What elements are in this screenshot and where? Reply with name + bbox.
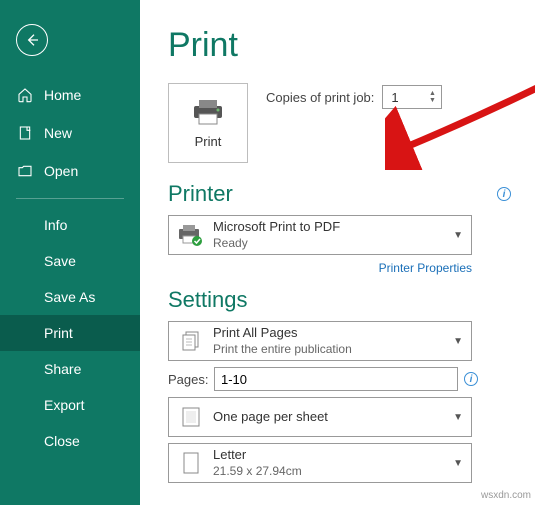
watermark: wsxdn.com [481, 490, 531, 501]
page-layout-selector[interactable]: One page per sheet ▼ [168, 397, 472, 437]
sidebar-separator [16, 198, 124, 199]
sidebar-item-save[interactable]: Save [0, 243, 140, 279]
sidebar-item-print[interactable]: Print [0, 315, 140, 351]
settings-section-title: Settings [168, 287, 511, 313]
backstage-sidebar: Home New Open Info Save Save As Print Sh… [0, 0, 140, 505]
section-title-text: Settings [168, 287, 248, 313]
copies-group: Copies of print job: 1 ▲ ▼ [266, 85, 442, 109]
sidebar-label: Open [44, 163, 78, 179]
back-button[interactable] [16, 24, 48, 56]
sidebar-item-share[interactable]: Share [0, 351, 140, 387]
paper-size-selector[interactable]: Letter 21.59 x 27.94cm ▼ [168, 443, 472, 483]
pages-icon [177, 327, 205, 355]
sidebar-item-info[interactable]: Info [0, 207, 140, 243]
sidebar-label: Info [44, 217, 67, 233]
sidebar-label: New [44, 125, 72, 141]
paper-sub: 21.59 x 27.94cm [213, 464, 453, 480]
pages-input[interactable] [214, 367, 458, 391]
chevron-down-icon: ▼ [453, 412, 463, 423]
spinner-up-icon[interactable]: ▲ [427, 91, 437, 97]
sidebar-item-export[interactable]: Export [0, 387, 140, 423]
printer-name: Microsoft Print to PDF [213, 219, 453, 236]
sidebar-label: Home [44, 87, 81, 103]
sidebar-label: Print [44, 325, 73, 341]
chevron-down-icon: ▼ [453, 458, 463, 469]
printer-properties-link[interactable]: Printer Properties [168, 261, 472, 275]
page-title: Print [168, 26, 511, 65]
print-range-title: Print All Pages [213, 325, 453, 342]
spinner-down-icon[interactable]: ▼ [427, 98, 437, 104]
printer-selector[interactable]: Microsoft Print to PDF Ready ▼ [168, 215, 472, 255]
open-icon [16, 162, 34, 180]
printer-status: Ready [213, 236, 453, 252]
sidebar-item-new[interactable]: New [0, 114, 140, 152]
print-button-label: Print [195, 134, 222, 149]
print-range-sub: Print the entire publication [213, 342, 453, 358]
chevron-down-icon: ▼ [453, 230, 463, 241]
chevron-down-icon: ▼ [453, 336, 463, 347]
pages-label: Pages: [168, 372, 208, 387]
sidebar-label: Close [44, 433, 80, 449]
section-title-text: Printer [168, 181, 233, 207]
sidebar-item-home[interactable]: Home [0, 76, 140, 114]
back-arrow-icon [24, 32, 40, 48]
print-pane: Print Print Copies of print job: 1 [140, 0, 535, 505]
page-layout-title: One page per sheet [213, 409, 453, 426]
print-button[interactable]: Print [168, 83, 248, 163]
info-icon[interactable]: i [497, 187, 511, 201]
sidebar-item-close[interactable]: Close [0, 423, 140, 459]
copies-value: 1 [391, 90, 398, 105]
sidebar-label: Save [44, 253, 76, 269]
printer-section-title: Printer i [168, 181, 511, 207]
print-range-selector[interactable]: Print All Pages Print the entire publica… [168, 321, 472, 361]
sidebar-item-open[interactable]: Open [0, 152, 140, 190]
copies-label: Copies of print job: [266, 90, 374, 105]
sidebar-label: Save As [44, 289, 95, 305]
sidebar-item-saveas[interactable]: Save As [0, 279, 140, 315]
printer-icon [190, 98, 226, 126]
paper-icon [177, 449, 205, 477]
paper-title: Letter [213, 447, 453, 464]
page-layout-icon [177, 403, 205, 431]
sidebar-label: Export [44, 397, 84, 413]
copies-spinner[interactable]: 1 ▲ ▼ [382, 85, 442, 109]
home-icon [16, 86, 34, 104]
new-icon [16, 124, 34, 142]
printer-status-icon [177, 221, 205, 249]
info-icon[interactable]: i [464, 372, 478, 386]
sidebar-label: Share [44, 361, 81, 377]
